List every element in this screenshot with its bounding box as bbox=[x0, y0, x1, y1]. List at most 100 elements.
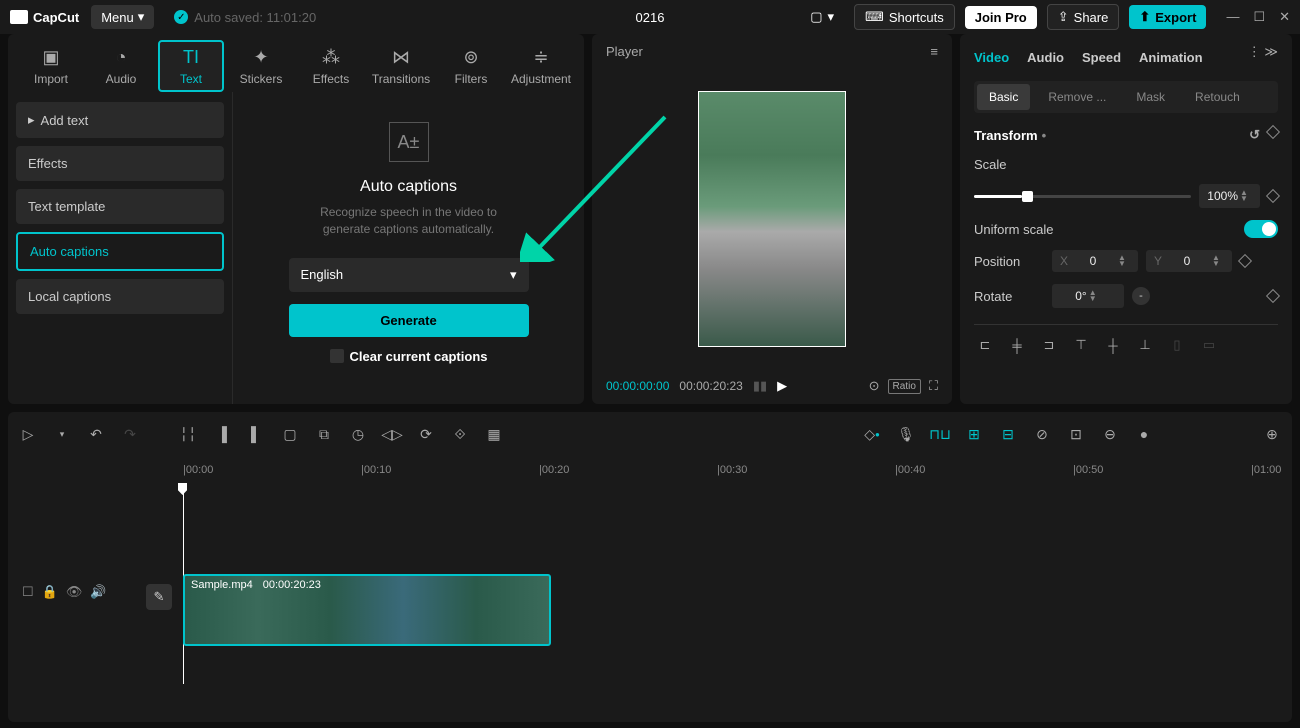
compare-icon[interactable]: ▮▮ bbox=[753, 378, 767, 394]
track-tool[interactable]: ⊡ bbox=[1066, 424, 1086, 444]
close-button[interactable]: ✕ bbox=[1279, 9, 1290, 25]
redo-button[interactable]: ↷ bbox=[120, 424, 140, 444]
sidebar-item-addtext[interactable]: ▸ Add text bbox=[16, 102, 224, 138]
category-transitions[interactable]: ⋈Transitions bbox=[368, 40, 434, 92]
select-tool[interactable]: ▷ bbox=[18, 424, 38, 444]
category-stickers[interactable]: ✦Stickers bbox=[228, 40, 294, 92]
zoom-out-tool[interactable]: ⊖ bbox=[1100, 424, 1120, 444]
language-select[interactable]: English ▾ bbox=[289, 258, 529, 292]
subtab-remove[interactable]: Remove ... bbox=[1036, 84, 1118, 110]
category-adjustment[interactable]: ≑Adjustment bbox=[508, 40, 574, 92]
trim-left-tool[interactable]: ▐ bbox=[212, 424, 232, 444]
align-left-icon[interactable]: ⊏ bbox=[974, 335, 996, 355]
select-dropdown[interactable]: ▾ bbox=[52, 424, 72, 444]
inspector-subtabs: Basic Remove ... Mask Retouch bbox=[974, 81, 1278, 113]
chevron-down-icon: ▾ bbox=[510, 267, 517, 283]
scale-value[interactable]: 100%▲▼ bbox=[1199, 184, 1260, 208]
clear-captions-checkbox[interactable]: Clear current captions bbox=[330, 349, 488, 364]
reset-icon[interactable]: ↺ bbox=[1249, 127, 1260, 143]
video-clip[interactable]: Sample.mp4 00:00:20:23 bbox=[183, 574, 551, 646]
category-effects[interactable]: ⁂Effects bbox=[298, 40, 364, 92]
snap-tool[interactable]: ⊓⊔ bbox=[930, 424, 950, 444]
layout-button[interactable]: ▢▾ bbox=[800, 5, 844, 29]
track-mute-icon[interactable]: 🔊 bbox=[90, 584, 106, 600]
scale-icon[interactable]: ⊙ bbox=[869, 378, 880, 394]
rotate-value[interactable]: 0°▲▼ bbox=[1052, 284, 1124, 308]
copy-tool[interactable]: ⧉ bbox=[314, 424, 334, 444]
pro-tool[interactable]: ▦ bbox=[484, 424, 504, 444]
tab-video[interactable]: Video bbox=[974, 44, 1009, 71]
tab-animation[interactable]: Animation bbox=[1139, 44, 1203, 71]
tab-speed[interactable]: Speed bbox=[1082, 44, 1121, 71]
reverse-tool[interactable]: ◷ bbox=[348, 424, 368, 444]
export-button[interactable]: ⬆ Export bbox=[1129, 5, 1206, 29]
track-lock-icon[interactable]: 🔒 bbox=[42, 584, 58, 600]
category-filters[interactable]: ⊚Filters bbox=[438, 40, 504, 92]
align-center-v-icon[interactable]: ┼ bbox=[1102, 335, 1124, 355]
fullscreen-icon[interactable]: ⛶ bbox=[929, 378, 938, 394]
sidebar-item-local-captions[interactable]: Local captions bbox=[16, 279, 224, 314]
split-tool[interactable]: ╎╎ bbox=[178, 424, 198, 444]
position-keyframe[interactable] bbox=[1238, 254, 1252, 268]
join-pro-button[interactable]: Join Pro bbox=[965, 6, 1037, 29]
magnet-tool[interactable]: ◇● bbox=[862, 424, 882, 444]
share-button[interactable]: ⇪ Share bbox=[1047, 4, 1120, 30]
auto-captions-panel: A± Auto captions Recognize speech in the… bbox=[232, 92, 584, 404]
track-visible-icon[interactable]: 👁 bbox=[66, 584, 83, 600]
category-import[interactable]: ▣Import bbox=[18, 40, 84, 92]
marker-tool[interactable]: ⊟ bbox=[998, 424, 1018, 444]
timeline-ruler[interactable]: |00:00 |00:10 |00:20 |00:30 |00:40 |00:5… bbox=[8, 456, 1292, 484]
play-button[interactable]: ▶ bbox=[777, 378, 787, 394]
zoom-in-tool[interactable]: ⊕ bbox=[1262, 424, 1282, 444]
uniform-scale-toggle[interactable] bbox=[1244, 220, 1278, 238]
position-x-field[interactable]: X0▲▼ bbox=[1052, 250, 1138, 272]
align-right-icon[interactable]: ⊐ bbox=[1038, 335, 1060, 355]
distribute-h-icon[interactable]: ▯ bbox=[1166, 335, 1188, 355]
rotate-tool[interactable]: ⟳ bbox=[416, 424, 436, 444]
titlebar: CapCut Menu ▾ ✓ Auto saved: 11:01:20 021… bbox=[0, 0, 1300, 34]
sidebar-item-template[interactable]: Text template bbox=[16, 189, 224, 224]
sidebar-item-auto-captions[interactable]: Auto captions bbox=[16, 232, 224, 271]
subtab-mask[interactable]: Mask bbox=[1124, 84, 1177, 110]
mirror-tool[interactable]: ◁▷ bbox=[382, 424, 402, 444]
position-y-field[interactable]: Y0▲▼ bbox=[1146, 250, 1232, 272]
keyframe-icon[interactable] bbox=[1266, 125, 1280, 139]
track-edit-button[interactable]: ✎ bbox=[146, 584, 172, 610]
minimize-button[interactable]: — bbox=[1226, 9, 1239, 25]
generate-button[interactable]: Generate bbox=[289, 304, 529, 337]
menu-button[interactable]: Menu ▾ bbox=[91, 5, 154, 29]
subtab-basic[interactable]: Basic bbox=[977, 84, 1030, 110]
scale-keyframe[interactable] bbox=[1266, 189, 1280, 203]
delete-tool[interactable]: ▢ bbox=[280, 424, 300, 444]
rotate-dial[interactable]: - bbox=[1132, 287, 1150, 305]
record-audio-tool[interactable]: 🎙 bbox=[896, 424, 916, 444]
rotate-keyframe[interactable] bbox=[1266, 289, 1280, 303]
sidebar-item-effects[interactable]: Effects bbox=[16, 146, 224, 181]
distribute-v-icon[interactable]: ▭ bbox=[1198, 335, 1220, 355]
transitions-icon: ⋈ bbox=[390, 46, 412, 68]
scan-text-icon: A± bbox=[389, 122, 429, 162]
undo-button[interactable]: ↶ bbox=[86, 424, 106, 444]
track-select-icon[interactable]: ☐ bbox=[22, 584, 34, 600]
subtab-retouch[interactable]: Retouch bbox=[1183, 84, 1252, 110]
align-center-h-icon[interactable]: ╪ bbox=[1006, 335, 1028, 355]
crop-tool[interactable]: ⟐ bbox=[450, 424, 470, 444]
link-tool[interactable]: ⊞ bbox=[964, 424, 984, 444]
scale-slider[interactable] bbox=[974, 195, 1191, 198]
maximize-button[interactable]: ☐ bbox=[1253, 9, 1265, 25]
shortcuts-button[interactable]: ⌨ Shortcuts bbox=[854, 4, 955, 30]
zoom-slider[interactable]: ● bbox=[1134, 424, 1154, 444]
timeline-tracks[interactable]: ☐ 🔒 👁 🔊 ✎ Sample.mp4 00:00:20:23 bbox=[8, 484, 1292, 722]
ratio-button[interactable]: Ratio bbox=[888, 379, 921, 394]
trim-right-tool[interactable]: ▌ bbox=[246, 424, 266, 444]
player-menu-icon[interactable]: ≡ bbox=[930, 44, 938, 59]
tab-audio[interactable]: Audio bbox=[1027, 44, 1064, 71]
tabs-more-icon[interactable]: ⋮ ≫ bbox=[1248, 44, 1278, 71]
category-text[interactable]: TIText bbox=[158, 40, 224, 92]
category-audio[interactable]: ◔Audio bbox=[88, 40, 154, 92]
preview-tool[interactable]: ⊘ bbox=[1032, 424, 1052, 444]
align-top-icon[interactable]: ⊤ bbox=[1070, 335, 1092, 355]
label-uniform: Uniform scale bbox=[974, 222, 1236, 237]
align-bottom-icon[interactable]: ⊥ bbox=[1134, 335, 1156, 355]
video-preview[interactable] bbox=[698, 91, 846, 347]
